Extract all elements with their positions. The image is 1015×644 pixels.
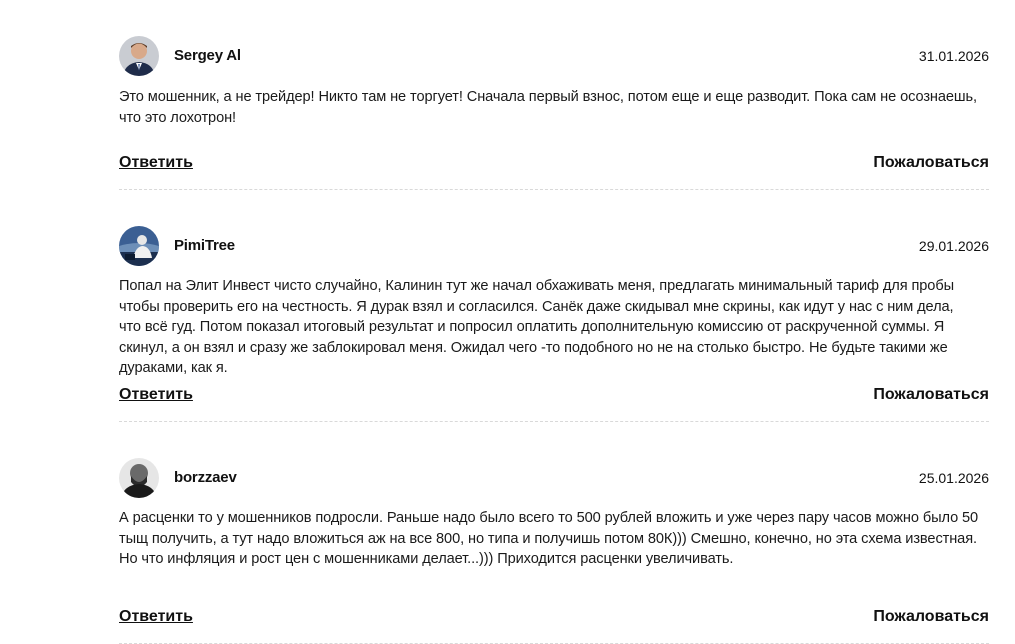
comment-text: А расценки то у мошенников подросли. Ран… [119,510,979,568]
comment-author: PimiTree [174,237,235,254]
comment-author: Sergey Al [174,47,241,64]
comment-item: PimiTree 29.01.2026 Попал на Элит Инвест… [119,190,989,422]
comment-header: borzzaev 25.01.2026 [119,458,989,498]
reply-link[interactable]: Ответить [119,608,193,626]
comment-item: borzzaev 25.01.2026 А расценки то у моше… [119,422,989,644]
report-link[interactable]: Пожаловаться [873,154,989,172]
avatar [119,458,159,498]
avatar [119,36,159,76]
comments-list: Sergey Al 31.01.2026 Это мошенник, а не … [119,0,989,644]
report-link[interactable]: Пожаловаться [873,608,989,626]
comment-date: 29.01.2026 [918,238,989,254]
comment-date: 31.01.2026 [918,48,989,64]
comment-author: borzzaev [174,469,237,486]
reply-link[interactable]: Ответить [119,386,193,404]
reply-link[interactable]: Ответить [119,154,193,172]
comment-actions: Ответить Пожаловаться [119,154,989,176]
comment-actions: Ответить Пожаловаться [119,608,989,630]
comment-text: Это мошенник, а не трейдер! Никто там не… [119,89,977,126]
comment-actions: Ответить Пожаловаться [119,386,989,408]
comment-header: PimiTree 29.01.2026 [119,226,989,266]
comment-header: Sergey Al 31.01.2026 [119,36,989,76]
comment-item: Sergey Al 31.01.2026 Это мошенник, а не … [119,0,989,190]
report-link[interactable]: Пожаловаться [873,386,989,404]
avatar [119,226,159,266]
comment-date: 25.01.2026 [918,470,989,486]
comment-text: Попал на Элит Инвест чисто случайно, Кал… [119,278,954,377]
